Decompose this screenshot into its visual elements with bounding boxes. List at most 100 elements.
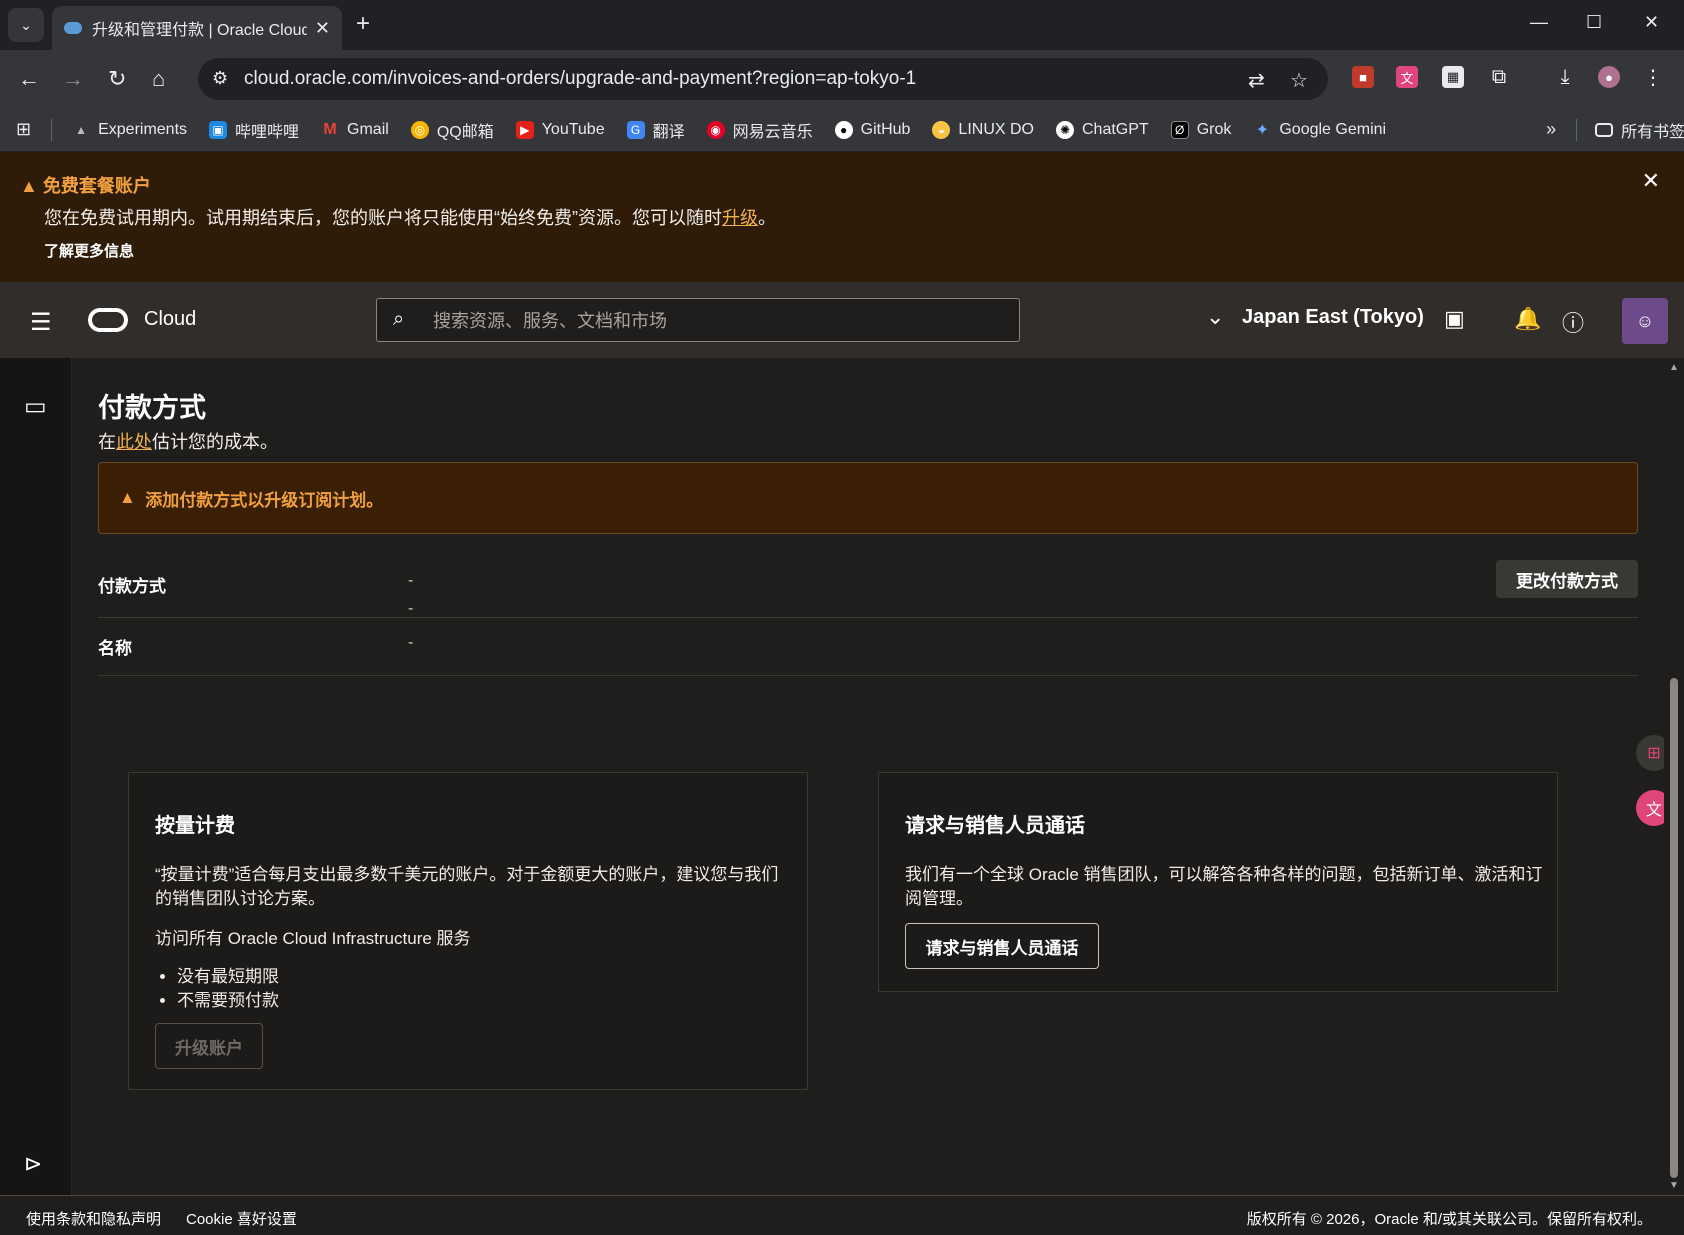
bookmark-github[interactable]: ● GitHub <box>834 120 910 139</box>
payg-access: 访问所有 Oracle Cloud Infrastructure 服务 <box>155 929 471 948</box>
free-tier-banner: ▲ 免费套餐账户 您在免费试用期内。试用期结束后，您的账户将只能使用“始终免费”… <box>0 152 1684 282</box>
folder-icon <box>1595 122 1614 137</box>
scroll-down-icon[interactable]: ▼ <box>1669 1180 1679 1191</box>
download-icon[interactable]: ⤓ <box>1554 66 1576 88</box>
browser-menu-icon[interactable]: ⋮ <box>1642 66 1664 89</box>
reload-icon[interactable]: ↻ <box>108 66 126 92</box>
add-payment-warning: ▲ 添加付款方式以升级订阅计划。 <box>98 462 1638 534</box>
bookmark-divider <box>51 118 53 141</box>
bookmark-netease-music[interactable]: ◉ 网易云音乐 <box>706 118 813 142</box>
side-rail: ▭ ⊳ <box>0 358 72 1195</box>
cloud-shell-icon[interactable]: ▣ <box>1444 306 1465 332</box>
close-tab-icon[interactable]: ✕ <box>315 18 330 39</box>
user-avatar[interactable]: ☺ <box>1622 298 1668 344</box>
scrollbar[interactable]: ▲ ▼ <box>1664 358 1684 1195</box>
address-bar[interactable]: ⚙ cloud.oracle.com/invoices-and-orders/u… <box>198 58 1328 100</box>
estimate-cost-link[interactable]: 此处 <box>116 432 152 452</box>
learn-more-link[interactable]: 了解更多信息 <box>44 240 134 261</box>
extensions-puzzle-icon[interactable]: ⧉ <box>1488 66 1510 88</box>
name-row: 名称 - <box>98 620 1638 676</box>
region-selector[interactable]: Japan East (Tokyo) <box>1242 306 1424 329</box>
billing-card-icon[interactable]: ▭ <box>24 392 47 421</box>
cookie-preferences-link[interactable]: Cookie 喜好设置 <box>186 1208 297 1229</box>
request-sales-call-button[interactable]: 请求与销售人员通话 <box>905 923 1099 969</box>
chevron-down-icon[interactable]: ⌄ <box>1206 304 1224 330</box>
maximize-icon[interactable]: ☐ <box>1586 12 1602 33</box>
github-icon: ● <box>834 120 853 139</box>
bookmark-translate[interactable]: G 翻译 <box>626 118 685 142</box>
bookmark-experiments[interactable]: ▲ Experiments <box>72 121 187 139</box>
extension-translate-icon[interactable]: 文 <box>1396 66 1418 88</box>
browser-toolbar: ← → ↻ ⌂ ⚙ cloud.oracle.com/invoices-and-… <box>0 50 1684 108</box>
bookmark-chatgpt[interactable]: ✺ ChatGPT <box>1056 120 1149 139</box>
extension-qr-icon[interactable]: ▦ <box>1442 66 1464 88</box>
bookmark-gemini[interactable]: ✦ Google Gemini <box>1253 121 1386 139</box>
extension-red-icon[interactable]: ■ <box>1352 66 1374 88</box>
payment-method-value: - <box>408 572 414 589</box>
gemini-icon: ✦ <box>1255 121 1270 139</box>
apps-grid-icon[interactable]: ⊞ <box>16 119 31 140</box>
expand-panel-icon[interactable]: ⊳ <box>24 1151 42 1177</box>
linuxdo-icon: ◒ <box>932 120 951 139</box>
scrollbar-thumb[interactable] <box>1670 678 1678 1178</box>
grok-icon: Ø <box>1170 120 1189 139</box>
flask-icon: ▲ <box>75 122 88 137</box>
main-content: 付款方式 在此处估计您的成本。 ▲ 添加付款方式以升级订阅计划。 付款方式 - … <box>72 358 1668 1195</box>
tab-title: 升级和管理付款 | Oracle Cloud <box>92 22 307 39</box>
back-icon[interactable]: ← <box>18 66 40 92</box>
page-footer: 使用条款和隐私声明 Cookie 喜好设置 版权所有 © 2026，Oracle… <box>0 1195 1684 1235</box>
bookmark-bilibili[interactable]: ▣ 哔哩哔哩 <box>209 118 299 142</box>
youtube-icon: ▶ <box>515 120 534 139</box>
payg-description: “按量计费”适合每月支出最多数千美元的账户。对于金额更大的账户，建议您与我们的销… <box>155 865 779 908</box>
all-bookmarks[interactable]: 所有书签 <box>1595 118 1684 142</box>
help-icon[interactable]: ⓘ <box>1562 306 1584 338</box>
qqmail-icon: ◎ <box>410 120 429 139</box>
oracle-logo-icon[interactable] <box>88 308 128 332</box>
search-input[interactable]: ⌕ 搜索资源、服务、文档和市场 <box>376 298 1020 342</box>
payment-method-row: 付款方式 - - 更改付款方式 <box>98 560 1638 618</box>
bookmark-linuxdo[interactable]: ◒ LINUX DO <box>932 120 1034 139</box>
notification-bell-icon[interactable]: 🔔 <box>1514 306 1541 332</box>
home-icon[interactable]: ⌂ <box>152 66 165 92</box>
site-info-icon[interactable]: ⚙ <box>212 68 228 89</box>
close-icon[interactable]: ✕ <box>1642 168 1660 194</box>
name-value: - <box>408 634 414 651</box>
bookmarks-bar: ⊞ ▲ Experiments ▣ 哔哩哔哩 M Gmail ◎ QQ邮箱 ▶ YouTu… <box>0 108 1684 152</box>
minimize-icon[interactable]: — <box>1530 12 1548 33</box>
user-icon: ☺ <box>1635 310 1655 331</box>
payg-bullets: 没有最短期限 不需要预付款 <box>155 965 279 1013</box>
list-item: 没有最短期限 <box>177 965 279 989</box>
close-window-icon[interactable]: ✕ <box>1644 12 1659 33</box>
sales-card: 请求与销售人员通话 我们有一个全球 Oracle 销售团队，可以解答各种各样的问… <box>878 772 1558 992</box>
sales-description: 我们有一个全球 Oracle 销售团队，可以解答各种各样的问题，包括新订单、激活… <box>905 865 1543 908</box>
upgrade-link[interactable]: 升级 <box>722 208 758 228</box>
terms-link[interactable]: 使用条款和隐私声明 <box>26 1208 161 1229</box>
new-tab-button[interactable]: + <box>356 10 370 38</box>
tab-search-button[interactable]: ⌄ <box>8 8 44 42</box>
bookmark-qqmail[interactable]: ◎ QQ邮箱 <box>410 118 494 142</box>
bookmark-gmail[interactable]: M Gmail <box>321 120 388 139</box>
upgrade-account-button[interactable]: 升级账户 <box>155 1023 263 1069</box>
bookmark-youtube[interactable]: ▶ YouTube <box>515 120 605 139</box>
oci-header: ☰ Cloud ⌕ 搜索资源、服务、文档和市场 ⌄ Japan East (To… <box>0 282 1684 358</box>
bookmark-star-icon[interactable]: ☆ <box>1290 68 1308 93</box>
bookmark-grok[interactable]: Ø Grok <box>1170 120 1231 139</box>
profile-avatar-icon[interactable]: ● <box>1598 66 1620 88</box>
page-title: 付款方式 <box>98 393 206 423</box>
gmail-icon: M <box>323 120 337 138</box>
more-bookmarks-icon[interactable]: » <box>1546 119 1556 140</box>
payg-card: 按量计费 “按量计费”适合每月支出最多数千美元的账户。对于金额更大的账户，建议您… <box>128 772 808 1090</box>
brand-text[interactable]: Cloud <box>144 308 196 331</box>
scroll-up-icon[interactable]: ▲ <box>1669 362 1679 373</box>
forward-icon[interactable]: → <box>62 66 84 92</box>
chatgpt-icon: ✺ <box>1056 120 1074 139</box>
banner-text: 您在免费试用期内。试用期结束后，您的账户将只能使用“始终免费”资源。您可以随时升… <box>44 208 776 228</box>
hamburger-menu-icon[interactable]: ☰ <box>30 308 52 337</box>
sales-title: 请求与销售人员通话 <box>905 815 1085 837</box>
translate-icon[interactable]: ⇄ <box>1248 68 1265 93</box>
chevron-down-icon: ⌄ <box>20 16 32 33</box>
change-payment-button[interactable]: 更改付款方式 <box>1496 560 1638 598</box>
name-label: 名称 <box>98 639 132 658</box>
browser-tab-active[interactable]: 升级和管理付款 | Oracle Cloud ✕ <box>52 6 342 50</box>
cloud-favicon-icon <box>64 22 82 34</box>
